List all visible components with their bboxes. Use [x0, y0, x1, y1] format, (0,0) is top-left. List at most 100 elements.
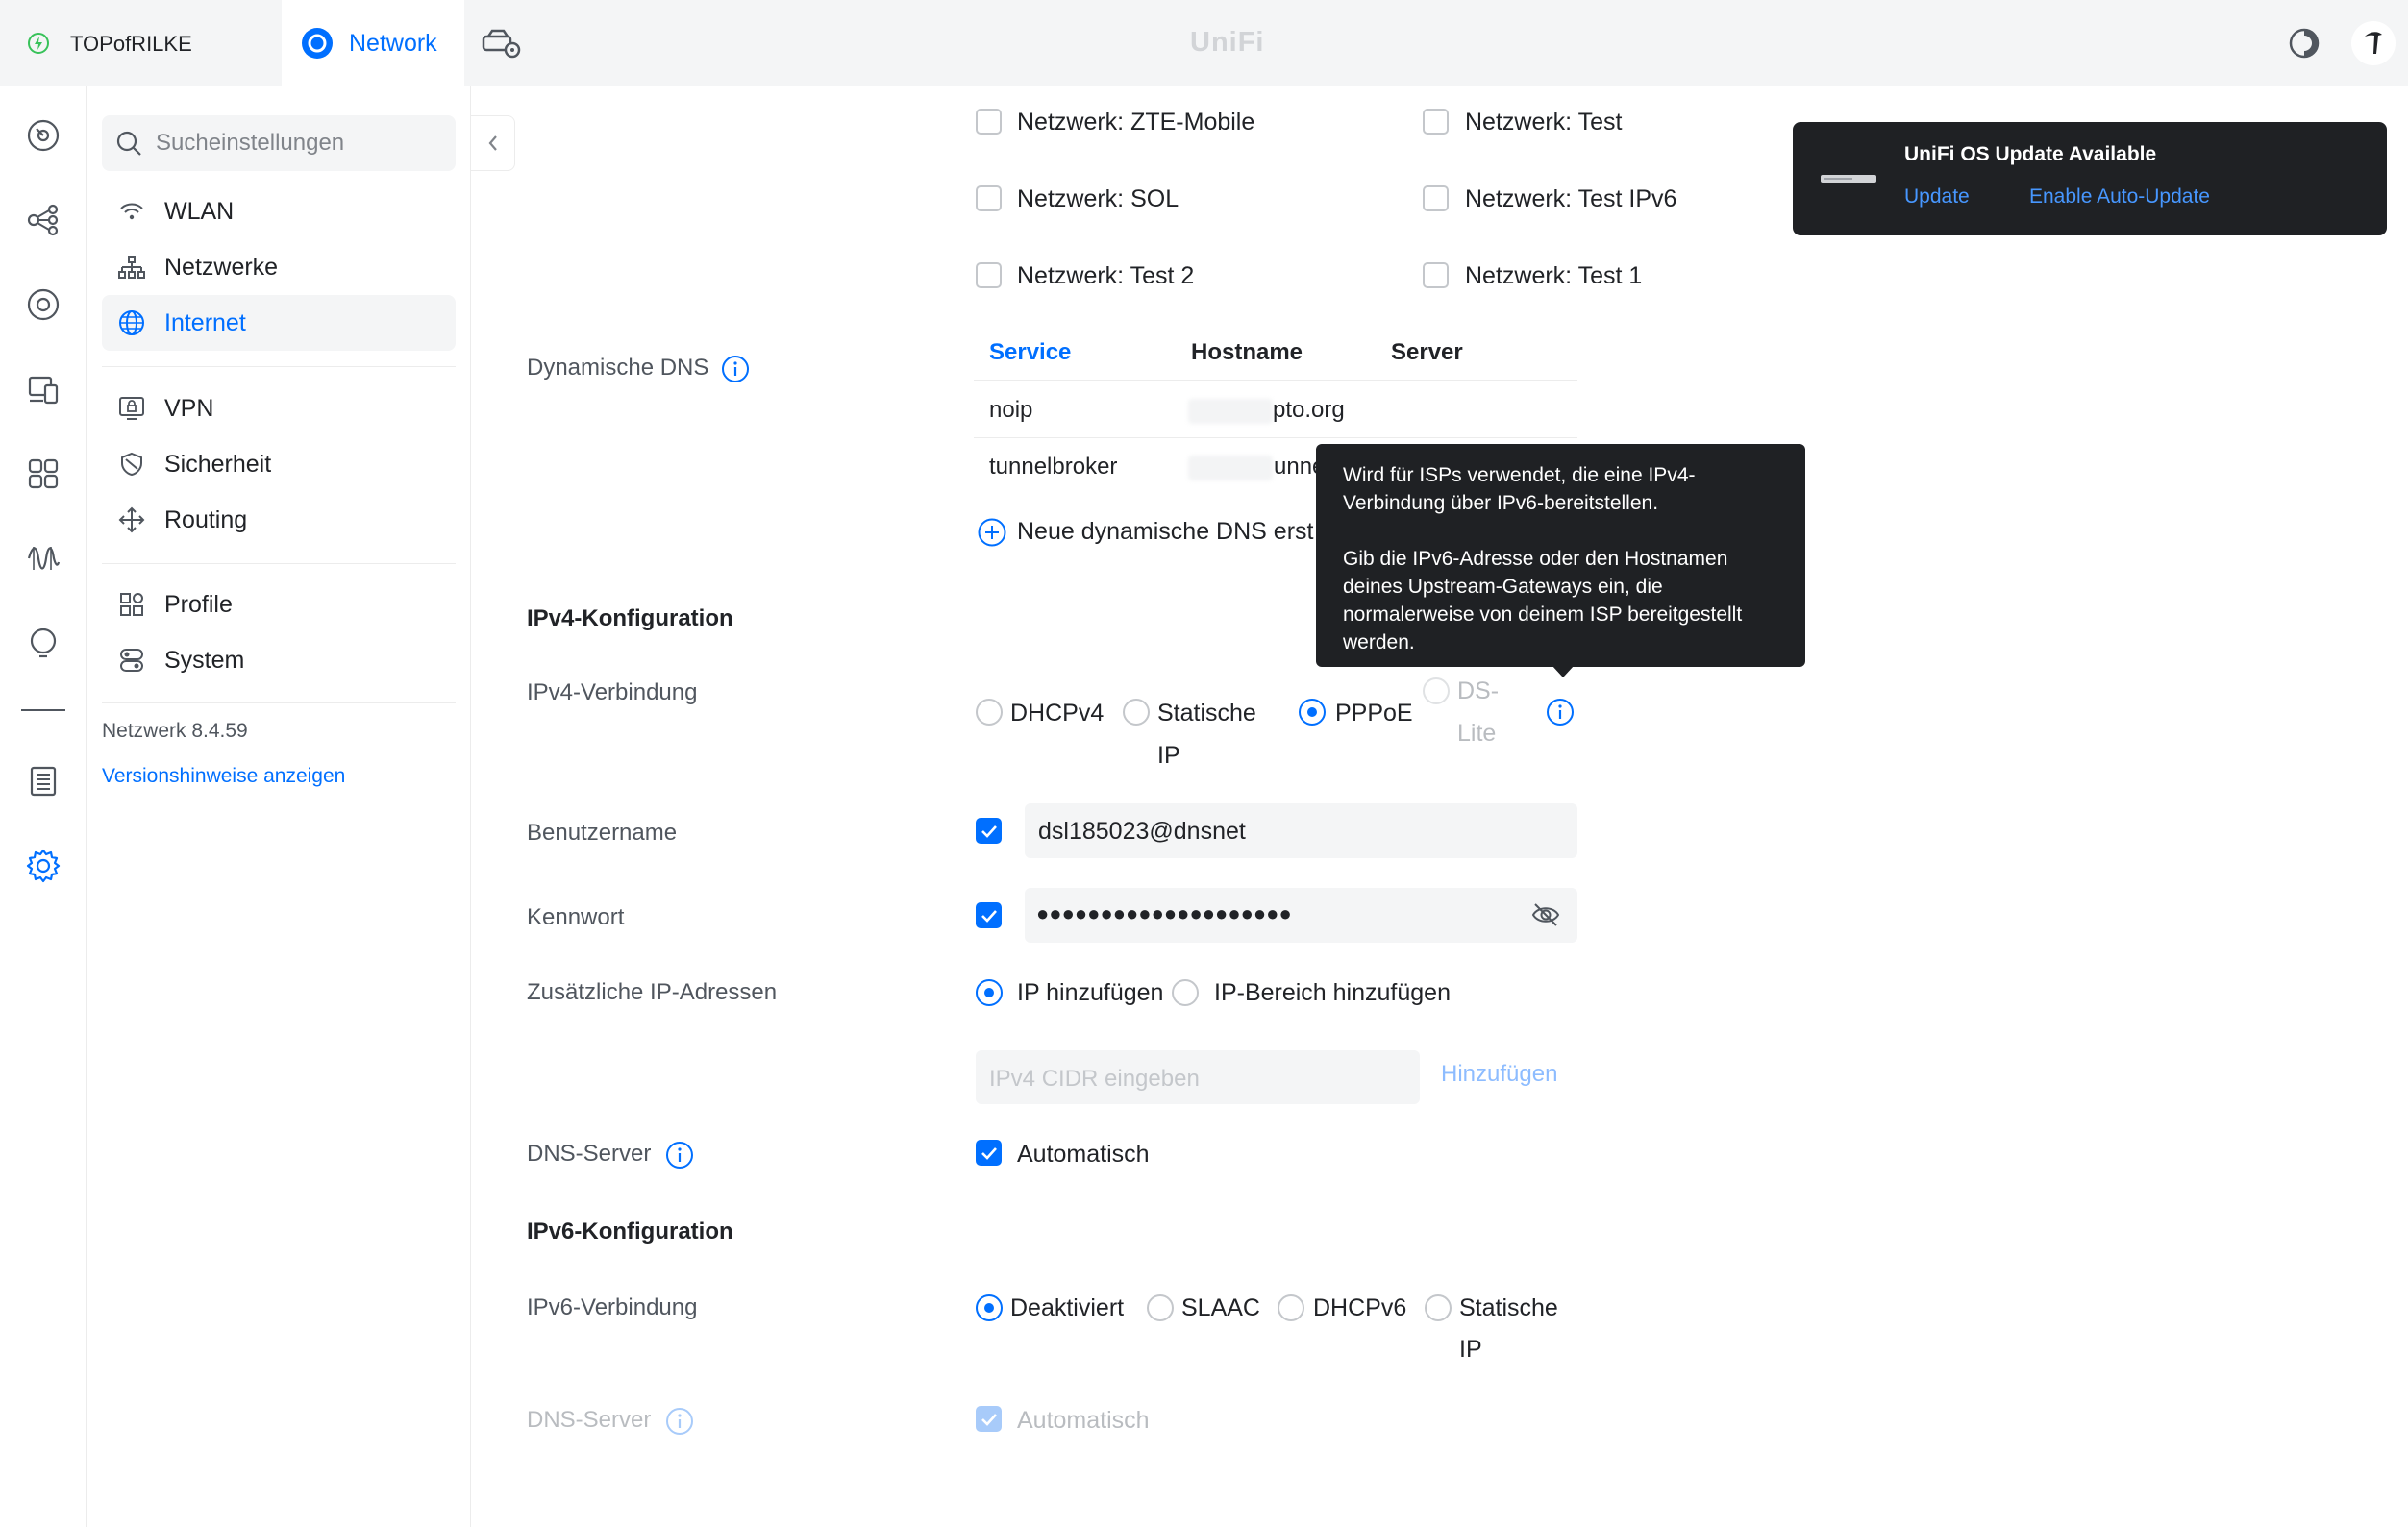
radio-pppoe[interactable] — [1299, 699, 1326, 726]
dashboard-icon[interactable] — [21, 113, 65, 158]
ipv6-option-label: IP — [1459, 1336, 1482, 1363]
traffic-icon[interactable] — [21, 536, 65, 580]
theme-icon[interactable] — [2288, 27, 2321, 60]
ipv6-option-label: Statische — [1459, 1294, 1558, 1321]
release-notes-link[interactable]: Versionshinweise anzeigen — [102, 765, 345, 788]
settings-gear-icon[interactable] — [21, 844, 65, 888]
add-cidr-button[interactable]: Hinzufügen — [1441, 1061, 1557, 1088]
radio-dhcpv6[interactable] — [1278, 1294, 1304, 1321]
ipv4-option-label: IP — [1157, 742, 1180, 769]
radio-static-ip[interactable] — [1123, 699, 1150, 726]
info-icon[interactable] — [721, 355, 750, 383]
radio-ipv6-disabled[interactable] — [976, 1294, 1003, 1321]
username-label: Benutzername — [527, 820, 678, 846]
cidr-input[interactable]: IPv4 CIDR eingeben — [976, 1050, 1420, 1104]
password-input[interactable]: ●●●●●●●●●●●●●●●●●●●● — [1025, 888, 1577, 943]
checkbox-ipv6-dns-auto[interactable] — [976, 1406, 1002, 1432]
dns-server-label: DNS-Server — [527, 1141, 652, 1167]
insights-icon[interactable] — [21, 452, 65, 496]
checkbox-network[interactable] — [1423, 109, 1449, 135]
radio-add-ip-range[interactable] — [1172, 979, 1199, 1006]
username-input[interactable]: dsl185023@dnsnet — [1025, 803, 1577, 858]
password-label: Kennwort — [527, 904, 625, 930]
network-option-label: Netzwerk: SOL — [1017, 185, 1179, 212]
ipv6-dns-auto-label: Automatisch — [1017, 1407, 1150, 1434]
checkbox-network[interactable] — [976, 109, 1002, 135]
toast-title: UniFi OS Update Available — [1904, 143, 2157, 165]
checkbox-username[interactable] — [976, 818, 1002, 844]
ipv6-section-title: IPv6-Konfiguration — [527, 1219, 733, 1244]
redacted-area — [1188, 456, 1273, 480]
redacted-area — [1188, 399, 1273, 424]
sidebar-item-label: WLAN — [164, 197, 235, 225]
checkbox-dns-auto[interactable] — [976, 1140, 1002, 1166]
sidebar-divider — [102, 366, 456, 367]
checkbox-network[interactable] — [1423, 185, 1449, 211]
column-header-hostname[interactable]: Hostname — [1191, 339, 1303, 366]
ipv4-option-label: DHCPv4 — [1010, 700, 1105, 727]
topology-icon[interactable] — [21, 198, 65, 242]
network-option-label: Netzwerk: Test — [1465, 109, 1623, 135]
password-value: ●●●●●●●●●●●●●●●●●●●● — [1036, 901, 1292, 925]
alarm-icon[interactable] — [21, 621, 65, 665]
network-option-label: Netzwerk: Test IPv6 — [1465, 185, 1677, 212]
sidebar-item-profiles[interactable]: Profile — [102, 577, 456, 632]
add-circle-icon[interactable] — [977, 517, 1007, 548]
dyndns-cell-hostname[interactable]: pto.org — [1273, 397, 1345, 424]
dyndns-cell-service[interactable]: noip — [989, 397, 1032, 424]
dyndns-label: Dynamische DNS — [527, 355, 709, 381]
site-name[interactable]: TOPofRILKE — [70, 32, 192, 57]
column-header-server[interactable]: Server — [1391, 339, 1463, 366]
tab-network[interactable]: Network — [282, 0, 464, 86]
info-icon[interactable] — [1546, 698, 1575, 727]
toast-auto-update-link[interactable]: Enable Auto-Update — [2029, 185, 2210, 209]
sidebar-item-wlan[interactable]: WLAN — [102, 184, 456, 239]
sidebar-item-system[interactable]: System — [102, 632, 456, 688]
checkbox-network[interactable] — [976, 185, 1002, 211]
info-icon[interactable] — [665, 1141, 694, 1170]
radio-slaac[interactable] — [1147, 1294, 1174, 1321]
network-app-icon — [301, 27, 334, 60]
ipv4-connection-label: IPv4-Verbindung — [527, 679, 698, 705]
sidebar-item-internet[interactable]: Internet — [102, 295, 456, 351]
dyndns-cell-service[interactable]: tunnelbroker — [989, 454, 1117, 480]
dns-auto-label: Automatisch — [1017, 1141, 1150, 1168]
sidebar-item-vpn[interactable]: VPN — [102, 381, 456, 436]
eye-off-icon[interactable] — [1530, 900, 1561, 929]
create-dyndns-link[interactable]: Neue dynamische DNS erst — [1017, 518, 1313, 546]
devices-icon[interactable] — [21, 283, 65, 327]
sidebar-item-routing[interactable]: Routing — [102, 492, 456, 548]
cidr-placeholder: IPv4 CIDR eingeben — [989, 1066, 1200, 1092]
clients-icon[interactable] — [21, 367, 65, 411]
ipv4-option-label: Statische — [1157, 700, 1256, 727]
ipv4-option-label: PPPoE — [1335, 700, 1413, 727]
checkbox-network[interactable] — [976, 262, 1002, 288]
ipv4-option-label: Lite — [1457, 720, 1497, 747]
radio-add-ip[interactable] — [976, 979, 1003, 1006]
sidebar-item-label: Routing — [164, 505, 248, 533]
profiles-icon — [115, 588, 148, 621]
checkbox-network[interactable] — [1423, 262, 1449, 288]
table-divider — [974, 437, 1577, 438]
sidebar-item-security[interactable]: Sicherheit — [102, 436, 456, 492]
site-status-icon — [27, 32, 50, 55]
sidebar-item-networks[interactable]: Netzwerke — [102, 239, 456, 295]
avatar[interactable] — [2351, 21, 2396, 65]
protect-app-icon[interactable] — [481, 27, 521, 60]
collapse-sidebar-button[interactable] — [471, 115, 515, 171]
ipv6-option-label: Deaktiviert — [1010, 1294, 1125, 1321]
extra-ip-label: Zusätzliche IP-Adressen — [527, 979, 778, 1005]
column-header-service[interactable]: Service — [989, 339, 1071, 366]
globe-icon — [115, 307, 148, 339]
radio-ipv6-static[interactable] — [1425, 1294, 1452, 1321]
network-tree-icon — [115, 251, 148, 283]
sidebar-item-label: System — [164, 646, 245, 674]
logs-icon[interactable] — [21, 759, 65, 803]
routing-icon — [115, 504, 148, 536]
toast-update-link[interactable]: Update — [1904, 185, 1970, 209]
radio-ds-lite[interactable] — [1423, 677, 1450, 704]
search-input[interactable]: Sucheinstellungen — [102, 115, 456, 171]
radio-dhcpv4[interactable] — [976, 699, 1003, 726]
search-icon — [115, 130, 142, 157]
checkbox-password[interactable] — [976, 902, 1002, 928]
